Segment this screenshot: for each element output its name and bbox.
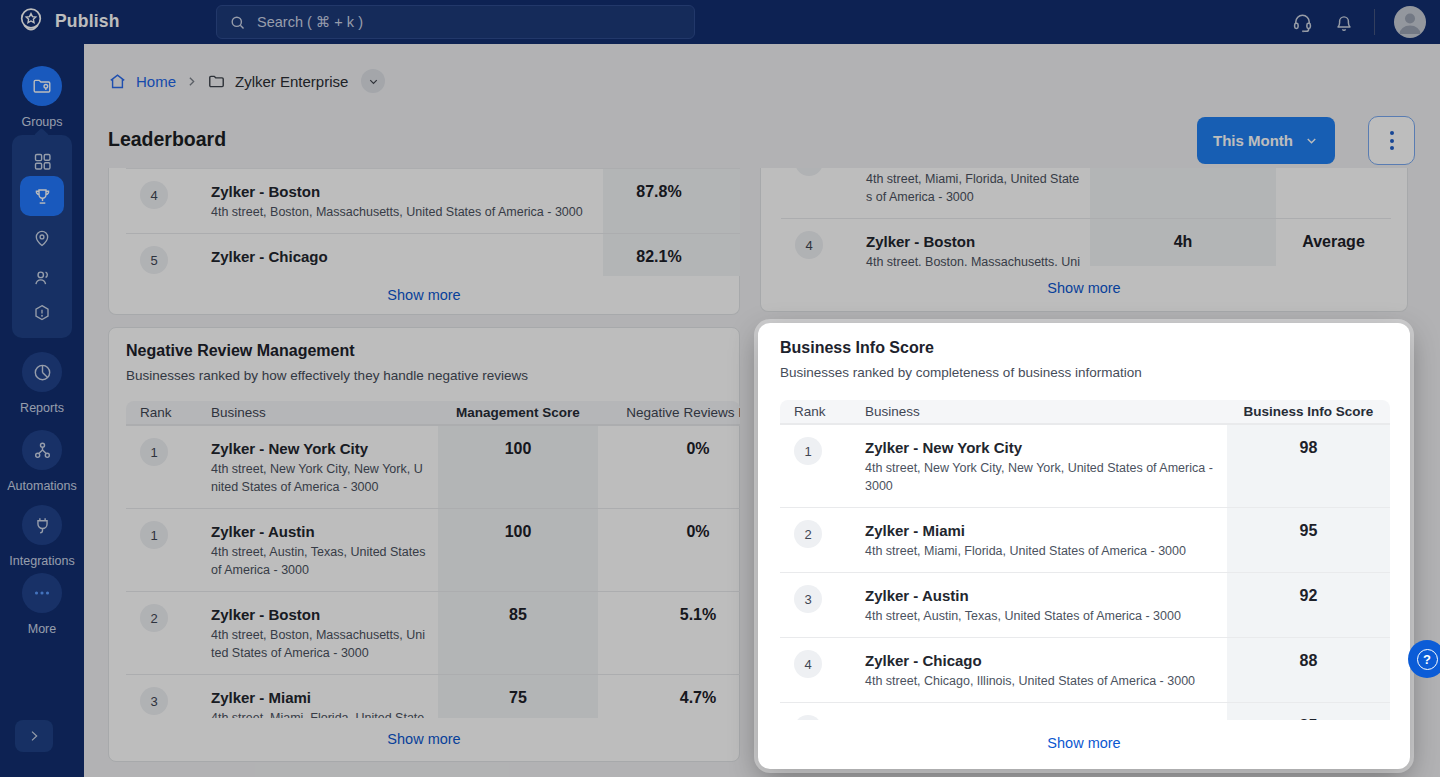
column-header: Business <box>865 404 1227 419</box>
card-title: Business Info Score <box>780 339 934 357</box>
rank-badge: 2 <box>794 520 822 548</box>
business-address: 4th street, New York City, New York, Uni… <box>865 459 1217 495</box>
business-name: Zylker - New York City <box>865 437 1217 459</box>
table-row[interactable]: 1 Zylker - New York City4th street, New Y… <box>780 424 1390 507</box>
rank-badge: 1 <box>794 437 822 465</box>
table-row[interactable]: 3 Zylker - Austin4th street, Austin, Texa… <box>780 572 1390 637</box>
column-header: Business Info Score <box>1227 404 1390 419</box>
rank-badge: 3 <box>794 585 822 613</box>
card-subtitle: Businesses ranked by completeness of bus… <box>780 365 1142 380</box>
table-header-row: RankBusinessBusiness Info Score <box>780 400 1390 424</box>
table-row[interactable]: 2 Zylker - Miami4th street, Miami, Florid… <box>780 507 1390 572</box>
help-button[interactable]: ? <box>1408 640 1440 678</box>
question-mark-icon: ? <box>1417 649 1438 670</box>
business-name: Zylker - Miami <box>865 520 1217 542</box>
score-value: 88 <box>1227 638 1390 702</box>
show-more-link[interactable]: Show more <box>760 718 1408 767</box>
business-name: Zylker - Chicago <box>865 650 1217 672</box>
business-name: Zylker - Austin <box>865 585 1217 607</box>
score-value: 92 <box>1227 573 1390 637</box>
business-address: 4th street, Chicago, Illinois, United St… <box>865 672 1217 690</box>
business-info-score-card: Business Info Score Businesses ranked by… <box>760 325 1408 767</box>
score-value: 95 <box>1227 508 1390 572</box>
column-header: Rank <box>780 404 865 419</box>
business-address: 4th street, Miami, Florida, United State… <box>865 542 1217 560</box>
score-value: 98 <box>1227 425 1390 507</box>
table-row[interactable]: 4 Zylker - Chicago4th street, Chicago, Il… <box>780 637 1390 702</box>
rank-badge: 4 <box>794 650 822 678</box>
business-address: 4th street, Austin, Texas, United States… <box>865 607 1217 625</box>
